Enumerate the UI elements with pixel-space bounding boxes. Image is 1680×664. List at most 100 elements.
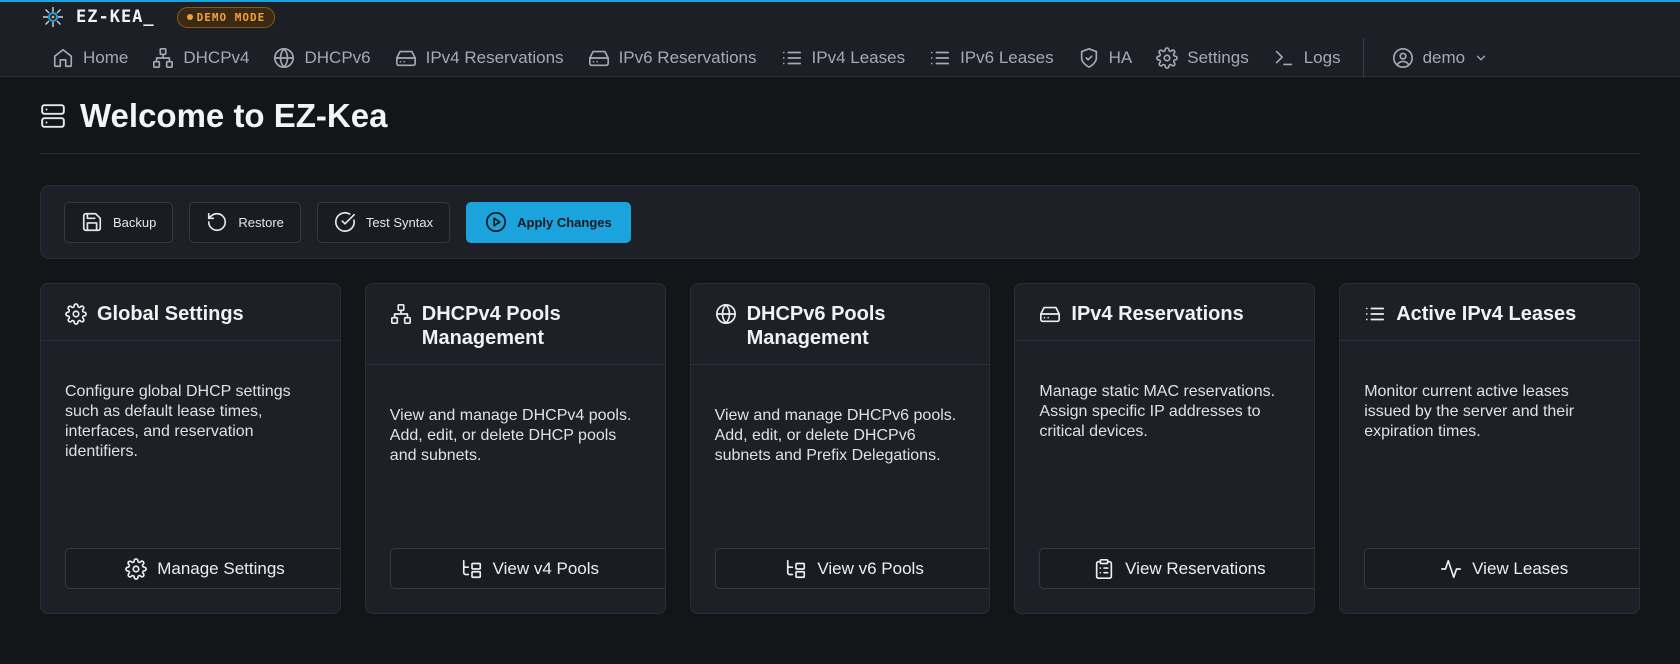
restore-button[interactable]: Restore [189,201,301,243]
rotate-ccw-icon [206,211,228,233]
feature-cards: Global Settings Configure global DHCP se… [40,283,1640,614]
card-title: DHCPv4 Pools Management [421,303,561,349]
folder-tree-icon [461,558,483,580]
user-menu[interactable]: demo [1380,40,1501,76]
nav-divider [1362,38,1364,78]
gear-icon [125,557,148,580]
activity-icon [1440,558,1462,580]
view-reservations-button[interactable]: View Reservations [1039,548,1315,589]
card-description: Monitor current active leases issued by … [1364,383,1575,440]
check-circle-icon [334,211,356,233]
card-ipv4-reservations: IPv4 Reservations Manage static MAC rese… [1014,283,1316,614]
card-description: Manage static MAC reservations. Assign s… [1039,383,1276,440]
brand[interactable]: EZ-KEA_ DEMO MODE [40,4,276,30]
nav-item-dhcpv6[interactable]: DHCPv6 [261,40,382,76]
shield-check-icon [1078,47,1100,69]
card-header: IPv4 Reservations [1015,284,1315,341]
card-dhcpv4-pools: DHCPv4 Pools Management View and manage … [364,283,666,614]
apply-changes-label: Apply Changes [517,214,612,230]
hard-drive-icon [395,47,417,69]
card-title: IPv4 Reservations [1071,303,1244,325]
page-title: Welcome to EZ-Kea [80,96,388,134]
nav-item-label: IPv6 Leases [960,48,1054,67]
terminal-icon [1273,47,1295,69]
main-content: Welcome to EZ-Kea Backup Restore Test Sy… [40,78,1640,614]
nav-item-settings[interactable]: Settings [1144,40,1260,76]
list-icon [781,47,803,69]
nav-item-dhcpv4[interactable]: DHCPv4 [140,40,261,76]
network-icon [390,302,412,325]
nav-item-ipv4-reservations[interactable]: IPv4 Reservations [383,40,576,76]
gear-icon [65,302,87,325]
backup-button[interactable]: Backup [64,201,174,243]
nav-item-label: IPv4 Leases [811,48,906,67]
backup-label: Backup [113,214,157,230]
nav-item-ipv4-leases[interactable]: IPv4 Leases [769,40,918,76]
list-icon [929,47,951,69]
card-title: DHCPv6 Pools Management [746,303,886,349]
nav-item-label: DHCPv4 [183,48,250,67]
manage-settings-button[interactable]: Manage Settings [65,548,340,589]
kea-logo-icon [40,4,66,30]
save-icon [81,211,103,233]
card-active-ipv4-leases: Active IPv4 Leases Monitor current activ… [1339,283,1640,614]
test-syntax-button[interactable]: Test Syntax [316,201,451,243]
card-header: Active IPv4 Leases [1340,284,1639,341]
nav-item-label: Home [83,48,129,67]
card-header: Global Settings [41,284,340,341]
demo-mode-badge: DEMO MODE [176,6,276,28]
globe-icon [273,47,295,69]
restore-label: Restore [238,214,284,230]
home-icon [52,47,74,69]
card-button-label: Manage Settings [157,558,285,578]
nav-item-logs[interactable]: Logs [1261,40,1353,76]
card-dhcpv6-pools: DHCPv6 Pools Management View and manage … [689,283,991,614]
list-icon [1364,302,1386,325]
top-navbar: EZ-KEA_ DEMO MODE Home DHCPv4 DHCPv6 IPv… [0,2,1680,78]
nav-item-label: Settings [1187,48,1249,67]
card-title: Active IPv4 Leases [1396,303,1577,325]
gear-icon [1156,47,1179,69]
nav-item-label: HA [1108,48,1133,67]
card-title: Global Settings [97,303,244,325]
action-toolbar: Backup Restore Test Syntax Apply Changes [40,185,1640,259]
apply-changes-button[interactable]: Apply Changes [466,201,631,243]
card-global-settings: Global Settings Configure global DHCP se… [40,283,341,614]
status-dot-icon [186,14,193,20]
nav-item-label: DHCPv6 [304,48,371,67]
hard-drive-icon [588,47,610,69]
card-description: Configure global DHCP settings such as d… [65,383,291,460]
card-button-label: View v4 Pools [492,558,600,578]
view-v4-pools-button[interactable]: View v4 Pools [389,548,665,589]
globe-icon [715,302,737,325]
brand-name: EZ-KEA_ [76,7,155,27]
user-name: demo [1422,48,1466,67]
nav-item-label: IPv4 Reservations [425,48,564,67]
demo-mode-label: DEMO MODE [196,10,266,24]
card-button-label: View Reservations [1125,558,1266,578]
server-icon [40,103,66,129]
card-description: View and manage DHCPv6 pools. Add, edit,… [714,407,957,464]
card-header: DHCPv6 Pools Management [690,284,990,365]
nav-item-home[interactable]: Home [40,40,140,76]
user-circle-icon [1392,47,1414,69]
play-circle-icon [485,211,507,233]
chevron-down-icon [1474,51,1488,65]
nav-item-ipv6-reservations[interactable]: IPv6 Reservations [576,40,769,76]
card-description: View and manage DHCPv4 pools. Add, edit,… [389,407,632,464]
card-button-label: View v6 Pools [817,558,924,578]
card-button-label: View Leases [1472,558,1569,578]
main-nav: Home DHCPv4 DHCPv6 IPv4 Reservations IPv… [40,38,1501,78]
nav-item-ipv6-leases[interactable]: IPv6 Leases [917,40,1066,76]
clipboard-list-icon [1093,558,1115,580]
hard-drive-icon [1039,302,1061,325]
view-leases-button[interactable]: View Leases [1364,548,1639,589]
test-syntax-label: Test Syntax [365,214,434,230]
page-header: Welcome to EZ-Kea [40,78,1640,154]
view-v6-pools-button[interactable]: View v6 Pools [714,548,990,589]
card-header: DHCPv4 Pools Management [365,284,665,365]
network-icon [152,47,174,69]
nav-item-label: IPv6 Reservations [618,48,757,67]
nav-item-ha[interactable]: HA [1066,40,1145,76]
nav-item-label: Logs [1303,48,1341,67]
